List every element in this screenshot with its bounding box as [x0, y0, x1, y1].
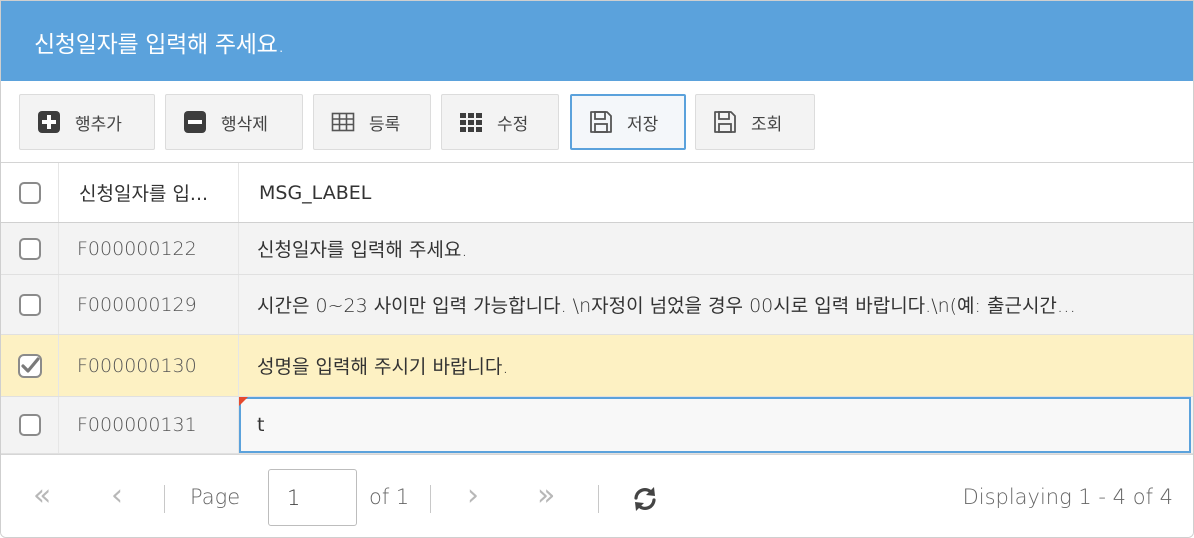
code-cell[interactable]: F000000131 [59, 397, 239, 453]
search-button[interactable]: 조회 [695, 94, 815, 150]
panel-title-bar: 신청일자를 입력해 주세요. [1, 1, 1193, 81]
row-checkbox-cell [1, 275, 59, 334]
pager-display-info: Displaying 1 - 4 of 4 [962, 485, 1173, 509]
delete-row-button[interactable]: 행삭제 [165, 94, 303, 150]
grid-icon [460, 113, 482, 132]
msg-cell[interactable]: 성명을 입력해 주시기 바랍니다. [239, 335, 1193, 396]
table-icon [331, 112, 355, 132]
save-button[interactable]: 저장 [570, 94, 686, 150]
code-cell[interactable]: F000000129 [59, 275, 239, 334]
row-checkbox[interactable] [18, 414, 41, 436]
save-icon [714, 111, 736, 133]
code-cell[interactable]: F000000130 [59, 335, 239, 396]
save-label: 저장 [627, 114, 659, 135]
row-checkbox[interactable] [18, 293, 41, 316]
row-checkbox[interactable] [18, 237, 41, 260]
table-row-editing[interactable]: F000000131 t [1, 397, 1193, 454]
message-grid-panel: 신청일자를 입력해 주세요. 행추가 행삭제 등록 수정 저장 조회 신청일자를… [0, 0, 1194, 538]
column-header-date[interactable]: 신청일자를 입... [59, 163, 239, 222]
grid-header-row: 신청일자를 입... MSG_LABEL [1, 163, 1193, 223]
last-page-icon[interactable]: » [537, 481, 555, 511]
plus-square-icon [38, 111, 60, 133]
pagination-bar: « ‹ Page 1 of 1 › » Displaying 1 - 4 of … [1, 454, 1193, 537]
refresh-icon[interactable] [631, 485, 659, 513]
msg-cell[interactable]: 신청일자를 입력해 주세요. [239, 223, 1193, 274]
pager-separator [430, 485, 431, 513]
page-label: Page [190, 485, 241, 509]
table-row[interactable]: F000000129 시간은 0~23 사이만 입력 가능합니다. \n자정이 … [1, 275, 1193, 335]
select-all-checkbox[interactable] [18, 181, 41, 204]
row-checkbox-cell [1, 223, 59, 274]
panel-title: 신청일자를 입력해 주세요. [34, 32, 285, 58]
data-grid: 신청일자를 입... MSG_LABEL F000000122 신청일자를 입력… [1, 163, 1193, 454]
save-icon [590, 111, 612, 133]
code-cell[interactable]: F000000122 [59, 223, 239, 274]
pager-separator [164, 485, 165, 513]
next-page-icon[interactable]: › [467, 481, 479, 511]
row-checkbox-cell [1, 397, 59, 453]
minus-square-icon [184, 111, 206, 133]
page-count-label: of 1 [369, 485, 410, 509]
register-button[interactable]: 등록 [313, 94, 431, 150]
msg-cell-editor[interactable]: t [239, 397, 1191, 453]
edit-button[interactable]: 수정 [441, 94, 559, 150]
page-number-input[interactable]: 1 [268, 469, 357, 526]
register-label: 등록 [369, 114, 401, 135]
add-row-button[interactable]: 행추가 [19, 94, 155, 150]
table-row[interactable]: F000000122 신청일자를 입력해 주세요. [1, 223, 1193, 275]
toolbar: 행추가 행삭제 등록 수정 저장 조회 [1, 81, 1193, 163]
edit-label: 수정 [497, 114, 529, 135]
previous-page-icon[interactable]: ‹ [111, 481, 123, 511]
table-row-selected[interactable]: F000000130 성명을 입력해 주시기 바랍니다. [1, 335, 1193, 397]
row-checkbox-cell [1, 335, 59, 396]
row-checkbox-checked[interactable] [17, 353, 43, 379]
add-row-label: 행추가 [75, 114, 122, 135]
delete-row-label: 행삭제 [221, 114, 268, 135]
pager-separator [598, 485, 599, 513]
dirty-cell-marker [239, 397, 248, 406]
search-label: 조회 [751, 114, 783, 135]
msg-cell[interactable]: 시간은 0~23 사이만 입력 가능합니다. \n자정이 넘었을 경우 00시로… [239, 275, 1193, 334]
column-header-msg-label[interactable]: MSG_LABEL [239, 163, 1193, 222]
header-checkbox-cell [1, 163, 59, 222]
first-page-icon[interactable]: « [33, 481, 51, 511]
